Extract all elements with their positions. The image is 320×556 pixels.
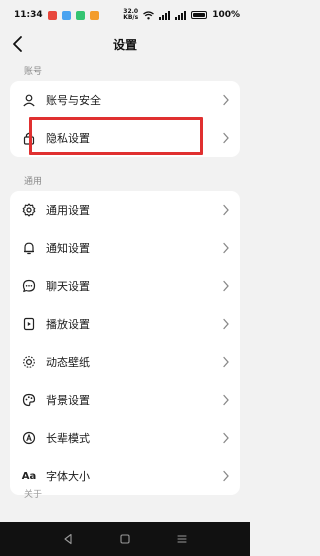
row-playback-settings[interactable]: 播放设置 xyxy=(10,305,240,343)
nav-bar: 设置 xyxy=(0,30,250,58)
status-bar-right: 32.0 KB/s 100% xyxy=(123,9,240,21)
row-chat-settings[interactable]: 聊天设置 xyxy=(10,267,240,305)
row-label: 长辈模式 xyxy=(46,432,90,445)
notification-app-icon xyxy=(47,10,57,20)
play-icon xyxy=(22,317,36,331)
general-card: 通用设置 通知设置 聊天设置 播放设置 动态壁纸 背景设置 长辈模式 Aa 字体… xyxy=(10,191,240,495)
row-label: 动态壁纸 xyxy=(46,356,90,369)
bell-icon xyxy=(22,241,36,255)
notification-app-icon xyxy=(75,10,85,20)
row-label: 通用设置 xyxy=(46,204,90,217)
status-bar: 11:34 32.0 KB/s 100% xyxy=(0,0,250,30)
chevron-right-icon xyxy=(223,470,229,482)
chevron-right-icon xyxy=(223,204,229,216)
chevron-right-icon xyxy=(223,242,229,254)
row-live-wallpaper[interactable]: 动态壁纸 xyxy=(10,343,240,381)
system-navigation-bar xyxy=(0,522,250,556)
row-notification-settings[interactable]: 通知设置 xyxy=(10,229,240,267)
row-label: 聊天设置 xyxy=(46,280,90,293)
chevron-right-icon xyxy=(223,94,229,106)
status-bar-left: 11:34 xyxy=(14,10,99,20)
row-label: 背景设置 xyxy=(46,394,90,407)
notification-app-icon xyxy=(89,10,99,20)
chevron-right-icon xyxy=(223,356,229,368)
section-label-account: 账号 xyxy=(24,67,43,77)
nav-back-icon[interactable] xyxy=(62,533,74,545)
chevron-right-icon xyxy=(223,132,229,144)
chevron-right-icon xyxy=(223,394,229,406)
row-label: 账号与安全 xyxy=(46,94,101,107)
signal-icon xyxy=(175,10,187,20)
row-font-size[interactable]: Aa 字体大小 xyxy=(10,457,240,495)
row-general-settings[interactable]: 通用设置 xyxy=(10,191,240,229)
battery-percent: 100% xyxy=(212,10,240,20)
section-label-general: 通用 xyxy=(24,177,43,187)
notification-app-icon xyxy=(61,10,71,20)
user-icon xyxy=(22,93,36,107)
status-time: 11:34 xyxy=(14,10,43,20)
battery-icon xyxy=(191,11,208,19)
row-account-security[interactable]: 账号与安全 xyxy=(10,81,240,119)
network-speed: 32.0 KB/s xyxy=(123,9,138,21)
row-label: 播放设置 xyxy=(46,318,90,331)
row-elder-mode[interactable]: 长辈模式 xyxy=(10,419,240,457)
nav-menu-icon[interactable] xyxy=(176,533,188,545)
palette-icon xyxy=(22,393,36,407)
chevron-right-icon xyxy=(223,318,229,330)
network-speed-unit: KB/s xyxy=(123,14,139,21)
nav-home-icon[interactable] xyxy=(119,533,131,545)
elder-mode-icon xyxy=(22,431,36,445)
wallpaper-icon xyxy=(22,355,36,369)
highlight-box xyxy=(29,117,203,155)
font-size-icon: Aa xyxy=(21,470,37,482)
page-title: 设置 xyxy=(112,38,137,52)
row-background-settings[interactable]: 背景设置 xyxy=(10,381,240,419)
chat-bubble-icon xyxy=(22,279,36,293)
chevron-right-icon xyxy=(223,280,229,292)
wifi-icon xyxy=(143,10,155,19)
row-label: 字体大小 xyxy=(46,470,90,483)
gear-icon xyxy=(22,203,36,217)
section-label-about: 关于 xyxy=(24,490,43,500)
signal-icon xyxy=(159,10,171,20)
row-label: 通知设置 xyxy=(46,242,90,255)
chevron-right-icon xyxy=(223,432,229,444)
